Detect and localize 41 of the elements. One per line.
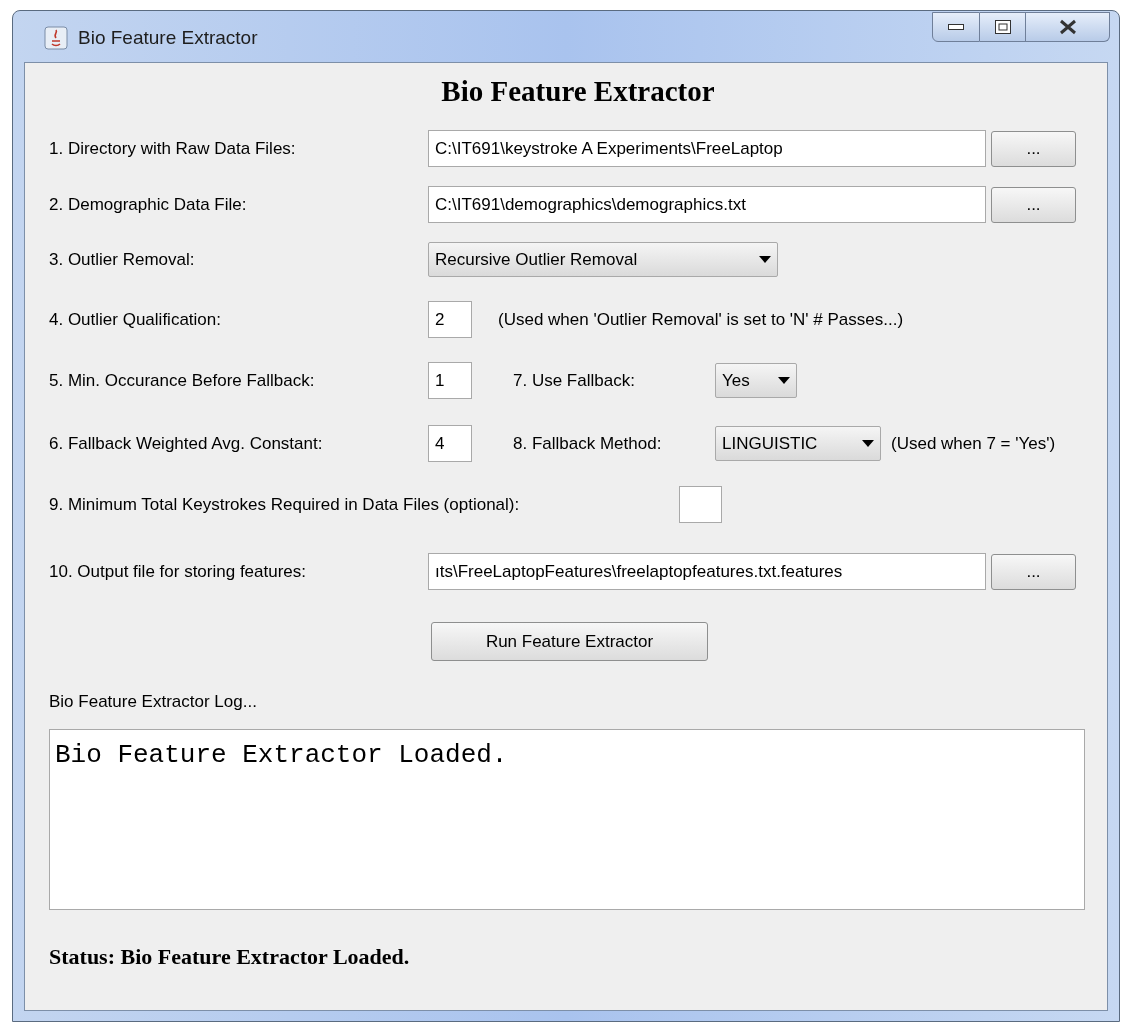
field-label: 1. Directory with Raw Data Files: (49, 137, 297, 160)
dropdown-arrow-icon (862, 440, 874, 447)
app-icon (44, 26, 68, 51)
text-field[interactable]: C:\IT691\demographics\demographics.txt (428, 186, 986, 223)
field-label: 10. Output file for storing features: (49, 560, 308, 583)
field-label: 8. Fallback Method: (513, 432, 663, 455)
maximize-icon (994, 20, 1011, 34)
text-field[interactable]: C:\IT691\keystroke A Experiments\FreeLaptop (428, 130, 986, 167)
field-label: 6. Fallback Weighted Avg. Constant: (49, 432, 324, 455)
text-field[interactable]: 2 (428, 301, 472, 338)
field-label: 3. Outlier Removal: (49, 248, 196, 271)
field-label: 2. Demographic Data File: (49, 193, 248, 216)
dropdown-arrow-icon (778, 377, 790, 384)
maximize-button[interactable] (980, 12, 1026, 42)
minimize-icon (948, 24, 964, 30)
dropdown-arrow-icon (759, 256, 771, 263)
log-label: Bio Feature Extractor Log... (49, 691, 257, 713)
window-title: Bio Feature Extractor (78, 26, 258, 50)
browse-button[interactable]: ... (991, 130, 1076, 167)
status-text: Status: Bio Feature Extractor Loaded. (49, 942, 410, 971)
text-field[interactable] (679, 486, 722, 523)
dropdown[interactable]: Yes (715, 363, 797, 398)
log-text: Bio Feature Extractor Loaded. (55, 739, 508, 770)
field-label: 5. Min. Occurance Before Fallback: (49, 369, 316, 392)
hint-text: (Used when 7 = 'Yes') (891, 432, 1056, 455)
hint-text: (Used when 'Outlier Removal' is set to 'N' # Passes...) (498, 308, 904, 331)
heading: Bio Feature Extractor (441, 77, 715, 106)
text-field[interactable]: ıts\FreeLaptopFeatures\freelaptopfeatures.txt.features (428, 553, 986, 590)
close-icon (1057, 19, 1078, 35)
text-field[interactable]: 4 (428, 425, 472, 462)
dropdown[interactable]: LINGUISTIC (715, 426, 881, 461)
close-button[interactable] (1026, 12, 1110, 42)
browse-button[interactable]: ... (991, 553, 1076, 590)
field-label: 9. Minimum Total Keystrokes Required in Data Files (optional): (49, 493, 521, 516)
minimize-button[interactable] (932, 12, 980, 42)
field-label: 4. Outlier Qualification: (49, 308, 222, 331)
run-button[interactable]: Run Feature Extractor (431, 622, 708, 661)
field-label: 7. Use Fallback: (513, 369, 636, 392)
browse-button[interactable]: ... (991, 186, 1076, 223)
dropdown[interactable]: Recursive Outlier Removal (428, 242, 778, 277)
text-field[interactable]: 1 (428, 362, 472, 399)
